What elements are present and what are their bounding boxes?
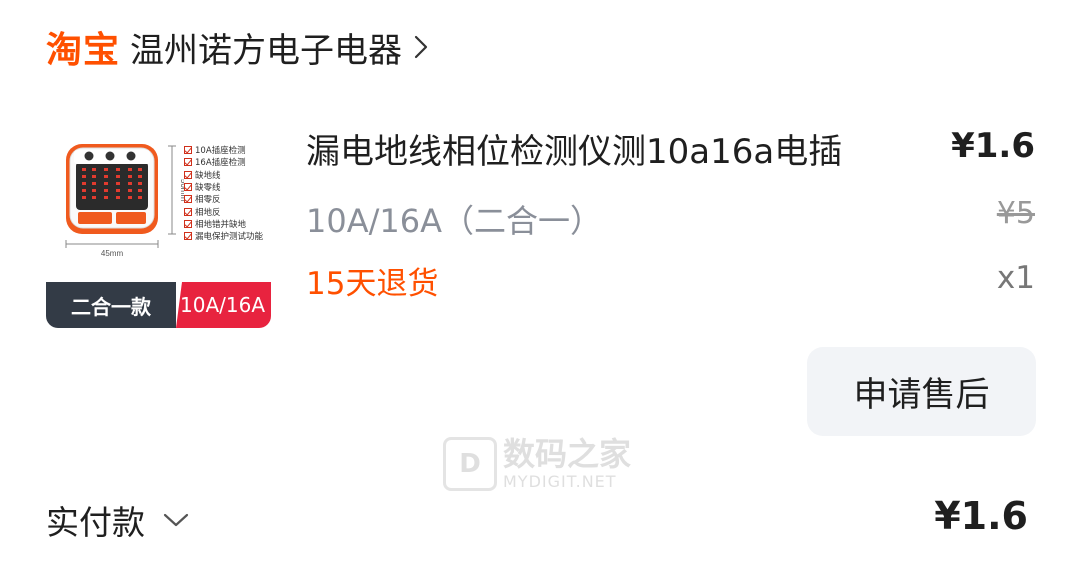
- product-price: ¥1.6: [951, 126, 1035, 166]
- paid-amount: ¥1.6: [934, 494, 1028, 538]
- chevron-down-icon[interactable]: [163, 512, 189, 528]
- width-label: 45mm: [101, 249, 124, 258]
- checkbox-icon: [184, 195, 192, 204]
- feature-item: 相地错并缺地: [184, 218, 263, 230]
- after-sale-button[interactable]: 申请售后: [807, 347, 1036, 436]
- checkbox-icon: [184, 232, 192, 241]
- watermark-en: MYDIGIT.NET: [503, 472, 617, 491]
- feature-item: 缺零线: [184, 181, 263, 193]
- product-variant: 10A/16A（二合一）: [306, 202, 603, 240]
- paid-amount-toggle[interactable]: 实付款: [46, 496, 189, 544]
- watermark: D 数码之家 MYDIGIT.NET: [443, 436, 631, 491]
- thumbnail-band: 二合一款 10A/16A: [46, 282, 271, 328]
- checkbox-icon: [184, 146, 192, 155]
- product-title[interactable]: 漏电地线相位检测仪测10a16a电插: [306, 124, 842, 173]
- return-policy-badge: 15天退货: [306, 266, 439, 302]
- feature-item: 16A插座检测: [184, 156, 263, 168]
- taobao-logo: 淘宝: [46, 30, 121, 71]
- checkbox-icon: [184, 170, 192, 179]
- feature-list: 10A插座检测 16A插座检测 缺地线 缺零线 相零反 相地反 相地错并缺地 漏…: [184, 144, 263, 242]
- watermark-cn: 数码之家: [503, 435, 632, 473]
- original-price: ¥5: [996, 196, 1035, 231]
- shop-header[interactable]: 淘宝 温州诺方电子电器: [46, 22, 428, 72]
- shop-name[interactable]: 温州诺方电子电器: [130, 23, 402, 72]
- product-thumbnail[interactable]: 45mm 50mm 10A插座检测 16A插座检测 缺地线 缺零线 相零反 相地…: [46, 104, 271, 328]
- checkbox-icon: [184, 207, 192, 216]
- watermark-logo-icon: D: [443, 436, 497, 491]
- chevron-right-icon[interactable]: [414, 35, 428, 59]
- feature-item: 相零反: [184, 193, 263, 205]
- feature-item: 10A插座检测: [184, 144, 263, 156]
- feature-item: 相地反: [184, 205, 263, 218]
- checkbox-icon: [184, 183, 192, 192]
- checkbox-icon: [184, 219, 192, 228]
- band-variant-label: 二合一款: [46, 282, 176, 328]
- quantity: x1: [996, 260, 1035, 296]
- paid-label: 实付款: [46, 503, 145, 542]
- feature-item: 缺地线: [184, 169, 263, 181]
- feature-item: 漏电保护测试功能: [184, 230, 263, 242]
- checkbox-icon: [184, 158, 192, 167]
- band-spec-label: 10A/16A: [176, 282, 271, 328]
